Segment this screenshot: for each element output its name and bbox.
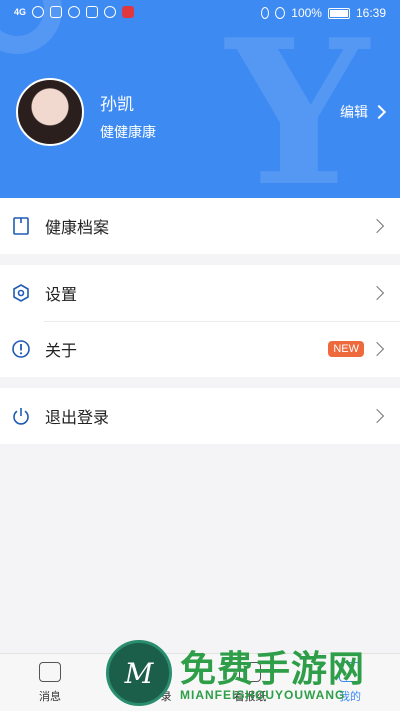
new-badge: NEW [328,341,364,357]
watermark-subtitle: MIANFEISHOUYOUWANG [180,688,346,702]
alarm-icon [68,6,81,18]
watermark-logo: M [106,640,172,706]
app-notification-icon [104,6,117,18]
chevron-right-icon [369,341,385,357]
document-icon [13,217,29,235]
watermark: M 免费手游网 MIANFEISHOUYOUWANG [106,640,400,710]
menu-label-settings: 设置 [45,285,78,304]
bluetooth-icon [261,7,270,19]
watermark-title: 免费手游网 [180,649,366,690]
user-subtitle: 健健康康 [100,125,156,141]
shield-icon [86,6,99,18]
nfc-icon [50,6,63,18]
menu-label-about: 关于 [45,341,78,360]
avatar[interactable] [16,78,84,146]
edit-label: 编辑 [340,105,368,121]
menu-item-health-record[interactable]: 健康档案 [0,198,400,254]
status-bar: 4G 100% 16:39 [0,0,400,28]
edit-profile-button[interactable]: 编辑 [340,102,387,122]
location-icon [275,7,286,19]
network-indicator: 4G [14,7,27,17]
clock: 16:39 [355,6,386,20]
menu-item-settings[interactable]: 设置 [0,265,400,321]
power-icon [13,408,29,425]
menu-item-logout[interactable]: 退出登录 [0,388,400,444]
battery-icon [327,7,350,19]
chevron-right-icon [369,218,385,234]
chevron-right-icon [369,285,385,301]
info-icon [12,340,30,358]
wifi-icon [32,6,45,18]
message-icon [39,662,61,682]
chevron-right-icon [371,104,387,120]
red-app-icon [122,6,135,18]
chevron-right-icon [369,408,385,424]
menu-label-logout: 退出登录 [45,408,110,427]
watermark-logo-letter: M [124,657,154,690]
tab-messages[interactable]: 消息 [0,654,100,711]
menu-group-health: 健康档案 [0,198,400,254]
menu-item-about[interactable]: 关于 NEW [0,321,400,377]
menu-group-settings: 设置 关于 NEW [0,265,400,377]
battery-percent: 100% [291,6,322,20]
gear-icon [13,284,29,302]
profile-header: Y 4G 100% 16:39 孙凯 健健康康 编辑 [0,0,400,198]
user-name: 孙凯 [100,95,134,115]
menu-label-health-record: 健康档案 [45,218,110,237]
tab-label-messages: 消息 [39,690,61,703]
menu-group-logout: 退出登录 [0,388,400,444]
